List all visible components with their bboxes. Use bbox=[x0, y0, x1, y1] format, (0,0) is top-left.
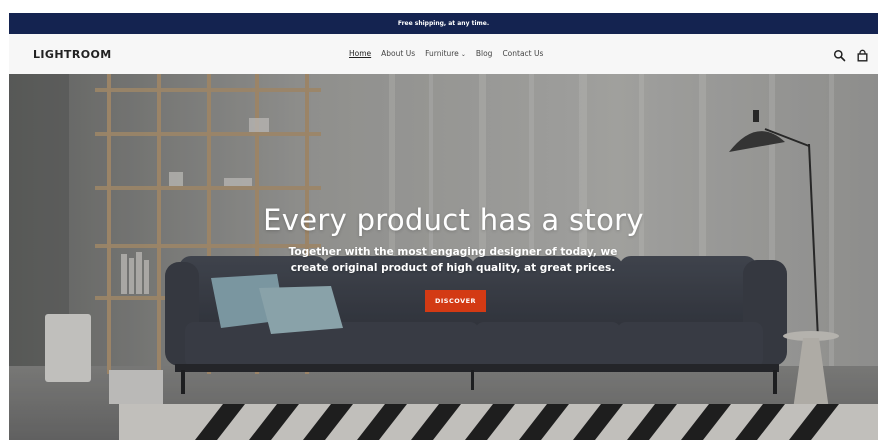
discover-button[interactable]: DISCOVER bbox=[425, 290, 486, 312]
announcement-bar: Free shipping, at any time. bbox=[9, 13, 878, 34]
main-nav: Home About Us Furniture ⌄ Blog Contact Us bbox=[349, 49, 543, 58]
site-logo[interactable]: LIGHTROOM bbox=[33, 48, 112, 61]
nav-furniture-label: Furniture bbox=[425, 49, 459, 58]
hero-title: Every product has a story bbox=[263, 203, 644, 237]
page: Free shipping, at any time. LIGHTROOM Ho… bbox=[0, 0, 887, 444]
hero-subtitle: Together with the most engaging designer… bbox=[288, 246, 618, 274]
nav-furniture[interactable]: Furniture ⌄ bbox=[425, 49, 466, 58]
search-icon[interactable] bbox=[833, 47, 846, 62]
nav-about[interactable]: About Us bbox=[381, 49, 415, 58]
hero-banner: Every product has a story Together with … bbox=[9, 74, 878, 440]
chevron-down-icon: ⌄ bbox=[460, 51, 466, 58]
shopping-bag-icon[interactable] bbox=[856, 47, 869, 62]
site-header: LIGHTROOM Home About Us Furniture ⌄ Blog … bbox=[9, 34, 878, 74]
nav-blog[interactable]: Blog bbox=[476, 49, 493, 58]
nav-contact[interactable]: Contact Us bbox=[502, 49, 543, 58]
announcement-text: Free shipping, at any time. bbox=[397, 20, 490, 27]
nav-home[interactable]: Home bbox=[349, 49, 371, 58]
